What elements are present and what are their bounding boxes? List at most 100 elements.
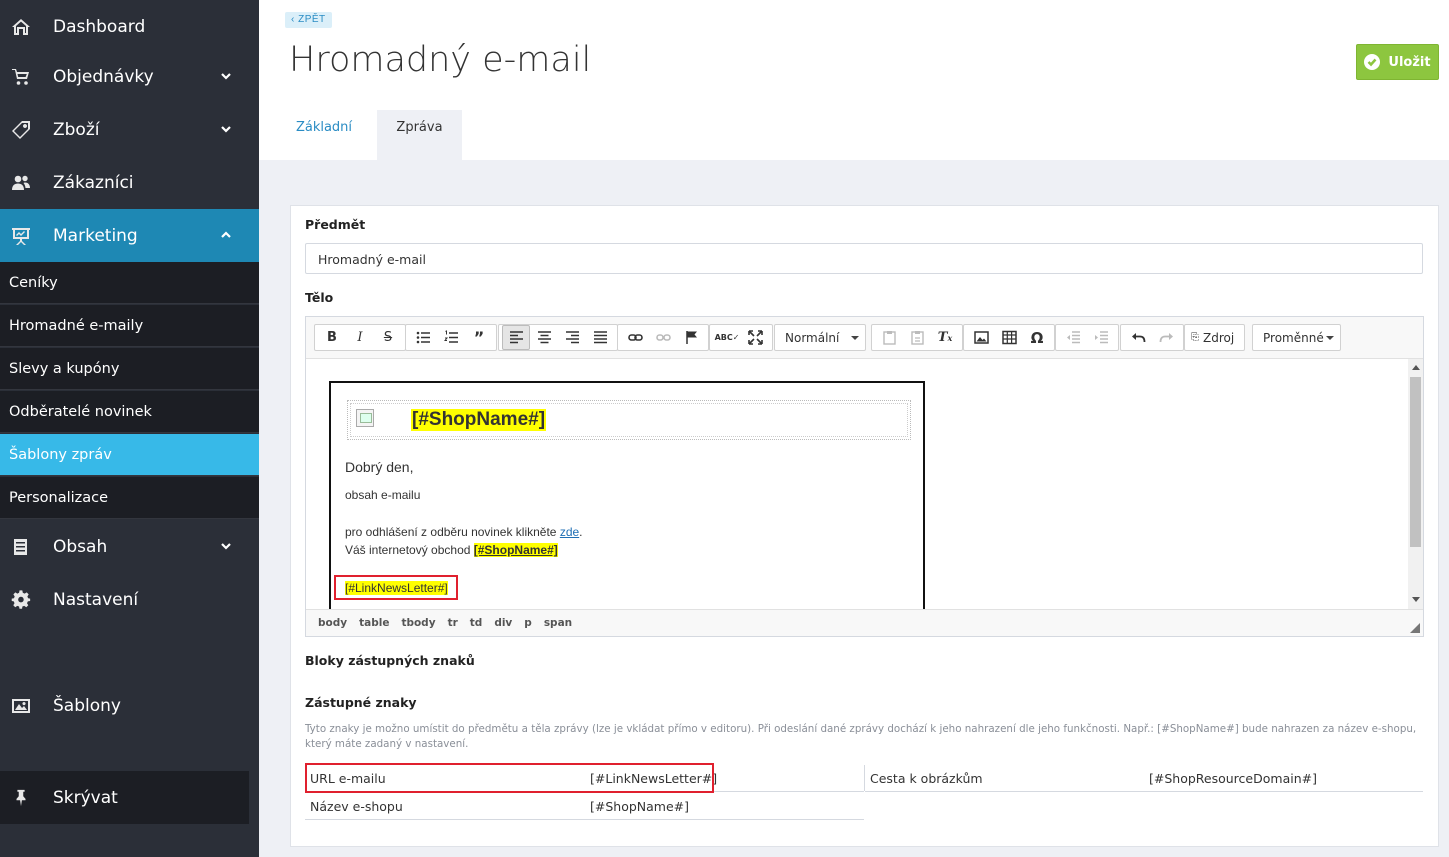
toolbar-group-indent (1055, 324, 1119, 351)
paste-text-icon[interactable] (903, 325, 931, 350)
maximize-icon[interactable] (741, 325, 769, 350)
sidebar-subitem-personalization[interactable]: Personalizace (0, 477, 259, 519)
strike-button[interactable]: S (374, 325, 402, 350)
path-item[interactable]: body (318, 617, 347, 629)
table-icon[interactable] (995, 325, 1023, 350)
subject-input[interactable]: Hromadný e-mail (305, 243, 1423, 274)
align-center-icon[interactable] (530, 325, 558, 350)
bold-button[interactable]: B (318, 325, 346, 350)
chevron-down-icon (219, 68, 233, 82)
placeholder-code: [#ShopName#] (590, 799, 690, 814)
editor-toolbar: B I S ” ABC✓ Normální T x Ω ⎘ Zdroj Prom… (306, 317, 1423, 359)
email-header-cell: [#ShopName#] (350, 403, 908, 437)
sidebar-item-settings[interactable]: Nastavení (0, 573, 259, 626)
special-char-icon[interactable]: Ω (1023, 325, 1051, 350)
variables-label: Proměnné (1263, 330, 1324, 345)
placeholder-name: Název e-shopu (310, 799, 403, 814)
resize-handle-icon[interactable] (1410, 623, 1420, 633)
chevron-up-icon (219, 227, 233, 241)
sidebar-subitem-message-templates[interactable]: Šablony zpráv (0, 434, 259, 476)
placeholders-help: Tyto znaky je možno umístit do předmětu … (305, 723, 1417, 750)
path-item[interactable]: tbody (401, 617, 435, 629)
placeholder-row[interactable]: Název e-shopu [#ShopName#] (305, 792, 864, 820)
editor-scrollbar[interactable] (1408, 359, 1423, 609)
anchor-flag-icon[interactable] (677, 325, 705, 350)
path-item[interactable]: div (494, 617, 512, 629)
logo-image (356, 409, 374, 427)
path-item[interactable]: table (359, 617, 389, 629)
path-item[interactable]: tr (448, 617, 458, 629)
placeholder-code: [#ShopResourceDomain#] (1149, 771, 1317, 786)
rich-text-editor: B I S ” ABC✓ Normální T x Ω ⎘ Zdroj Prom… (305, 316, 1424, 637)
spellcheck-icon[interactable]: ABC✓ (713, 325, 741, 350)
sidebar-item-marketing[interactable]: Marketing (0, 209, 259, 262)
path-item[interactable]: p (524, 617, 532, 629)
remove-format-icon[interactable]: Tx (931, 325, 959, 350)
email-body-text: obsah e-mailu (345, 488, 421, 502)
editor-content[interactable]: [#ShopName#] Dobrý den, obsah e-mailu pr… (306, 359, 1408, 609)
back-link[interactable]: ‹ ZPĚT (285, 12, 332, 28)
hide-label: Skrývat (53, 787, 118, 808)
book-icon (11, 537, 31, 557)
check-circle-icon (1364, 54, 1381, 70)
toolbar-group-basic: B I S (314, 324, 406, 351)
sidebar-subitem-bulk-emails[interactable]: Hromadné e-maily (0, 305, 259, 347)
sidebar-item-customers[interactable]: Zákazníci (0, 156, 259, 209)
sidebar-item-orders[interactable]: Objednávky (0, 50, 259, 103)
paste-icon[interactable] (875, 325, 903, 350)
sidebar-item-label: Zákazníci (53, 172, 134, 193)
format-select[interactable]: Normální (774, 324, 866, 351)
link-icon[interactable] (621, 325, 649, 350)
presentation-icon (11, 226, 31, 246)
shop-name-tag: [#ShopName#] (411, 409, 547, 431)
cart-icon (11, 67, 31, 87)
redo-icon[interactable] (1152, 325, 1180, 350)
save-button[interactable]: Uložit (1356, 44, 1439, 80)
caret-down-icon (851, 336, 859, 340)
scroll-up-arrow-icon[interactable] (1412, 365, 1420, 370)
element-path-bar: body table tbody tr td div p span (306, 609, 1423, 636)
sidebar-hide-toggle[interactable]: Skrývat (0, 771, 249, 824)
format-value: Normální (785, 330, 840, 345)
toolbar-group-clipboard: Tx (871, 324, 963, 351)
caret-down-icon (1326, 336, 1334, 340)
image-icon (11, 696, 31, 716)
placeholder-row[interactable]: Cesta k obrázkům [#ShopResourceDomain#] (865, 764, 1423, 792)
bullet-list-icon[interactable] (409, 325, 437, 350)
email-unsubscribe-line: pro odhlášení z odběru novinek klikněte … (345, 525, 583, 539)
unlink-icon[interactable] (649, 325, 677, 350)
sidebar-item-content[interactable]: Obsah (0, 520, 259, 573)
align-left-icon[interactable] (502, 325, 530, 350)
tab-basic[interactable]: Základní (290, 110, 358, 160)
tab-message[interactable]: Zpráva (377, 110, 462, 160)
page-title: Hromadný e-mail (289, 40, 592, 80)
blocks-label: Bloky zástupných znaků (305, 653, 475, 668)
path-item[interactable]: span (544, 617, 572, 629)
sidebar-subitem-price-lists[interactable]: Ceníky (0, 262, 259, 304)
sidebar-subitem-discounts[interactable]: Slevy a kupóny (0, 348, 259, 390)
scroll-down-arrow-icon[interactable] (1412, 597, 1420, 602)
image-insert-icon[interactable] (967, 325, 995, 350)
sidebar-item-products[interactable]: Zboží (0, 103, 259, 156)
numbered-list-icon[interactable] (437, 325, 465, 350)
outdent-icon[interactable] (1059, 325, 1087, 350)
source-button[interactable]: ⎘ Zdroj (1184, 324, 1245, 351)
email-header-table: [#ShopName#] (347, 400, 911, 440)
sidebar-subitem-subscribers[interactable]: Odběratelé novinek (0, 391, 259, 433)
variables-select[interactable]: Proměnné (1252, 324, 1341, 351)
email-template-frame: [#ShopName#] Dobrý den, obsah e-mailu pr… (329, 381, 925, 609)
toolbar-group-links (617, 324, 709, 351)
align-right-icon[interactable] (558, 325, 586, 350)
scroll-thumb[interactable] (1410, 377, 1421, 547)
path-item[interactable]: td (470, 617, 483, 629)
italic-button[interactable]: I (346, 325, 374, 350)
placeholder-name: Cesta k obrázkům (870, 771, 983, 786)
sidebar-item-templates[interactable]: Šablony (0, 679, 259, 732)
align-justify-icon[interactable] (586, 325, 614, 350)
unsubscribe-link[interactable]: zde (560, 525, 579, 539)
blockquote-icon[interactable]: ” (465, 325, 493, 350)
sidebar-item-label: Marketing (53, 225, 138, 246)
sidebar-item-dashboard[interactable]: Dashboard (0, 0, 259, 53)
indent-icon[interactable] (1087, 325, 1115, 350)
undo-icon[interactable] (1124, 325, 1152, 350)
